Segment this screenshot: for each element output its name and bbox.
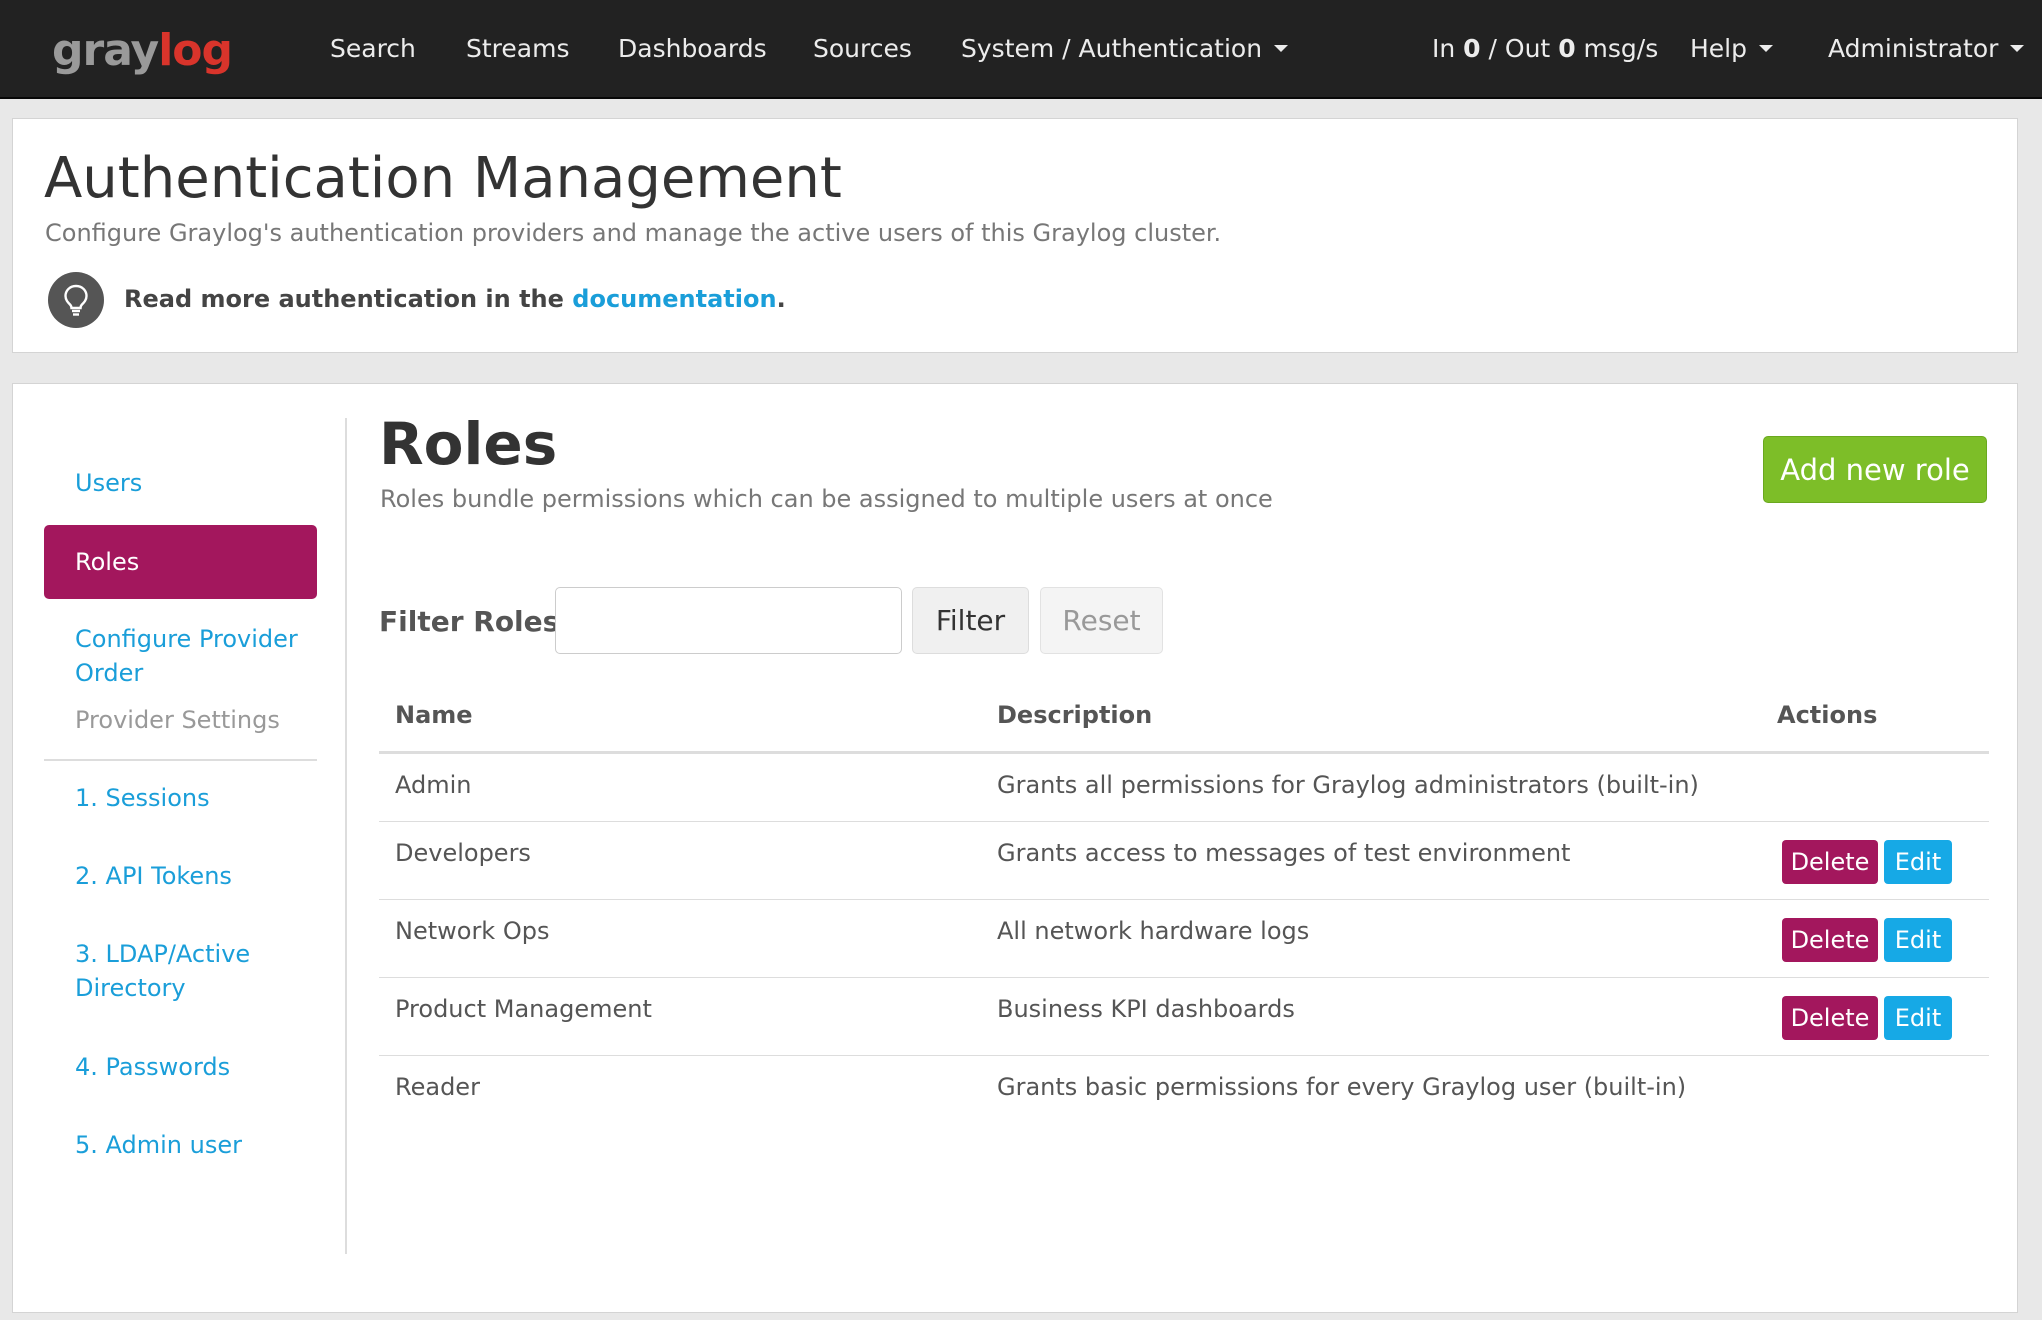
sidebar-item-label: 3. LDAP/Active — [75, 940, 251, 968]
sidebar-item-ldap[interactable]: 3. LDAP/Active Directory — [44, 937, 317, 1005]
throughput-unit: msg/s — [1583, 33, 1659, 63]
sidebar-provider-settings-header: Provider Settings — [75, 706, 280, 734]
edit-role-button[interactable]: Edit — [1884, 840, 1952, 884]
row-divider — [379, 899, 1989, 900]
role-name: Developers — [395, 839, 531, 867]
delete-role-button[interactable]: Delete — [1782, 918, 1878, 962]
role-description: Grants all permissions for Graylog admin… — [997, 771, 1699, 799]
chevron-down-icon — [1274, 44, 1289, 52]
docs-hint-text: Read more authentication in the — [124, 285, 564, 313]
sidebar-item-api-tokens[interactable]: 2. API Tokens — [44, 859, 317, 893]
edit-role-button[interactable]: Edit — [1884, 918, 1952, 962]
sidebar-item-label: Configure Provider — [75, 625, 298, 653]
throughput-in-label: In — [1432, 33, 1456, 63]
edit-role-button[interactable]: Edit — [1884, 996, 1952, 1040]
role-description: All network hardware logs — [997, 917, 1310, 945]
documentation-hint: Read more authentication in the document… — [124, 285, 786, 313]
nav-user-menu[interactable]: Administrator — [1828, 0, 2025, 96]
lightbulb-icon — [48, 272, 104, 328]
graylog-logo[interactable]: gray log — [52, 24, 233, 76]
nav-help-menu[interactable]: Help — [1690, 0, 1773, 96]
add-new-role-button[interactable]: Add new role — [1763, 436, 1987, 503]
sidebar-divider — [44, 759, 317, 761]
role-description: Business KPI dashboards — [997, 995, 1295, 1023]
nav-system-menu[interactable]: System / Authentication — [961, 0, 1289, 96]
role-description: Grants basic permissions for every Grayl… — [997, 1073, 1687, 1101]
nav-system-label: System / Authentication — [961, 33, 1263, 63]
row-divider — [379, 821, 1989, 822]
filter-roles-input[interactable] — [555, 587, 902, 654]
filter-button[interactable]: Filter — [912, 587, 1029, 654]
top-navbar: gray log Search Streams Dashboards Source… — [0, 0, 2042, 99]
documentation-link[interactable]: documentation — [572, 285, 776, 313]
sidebar-item-passwords[interactable]: 4. Passwords — [44, 1050, 317, 1084]
nav-streams[interactable]: Streams — [466, 0, 569, 96]
column-header-name: Name — [395, 701, 473, 729]
throughput-out-label: / Out — [1488, 33, 1551, 63]
delete-role-button[interactable]: Delete — [1782, 840, 1878, 884]
role-name: Reader — [395, 1073, 480, 1101]
row-divider — [379, 977, 1989, 978]
sidebar-item-users[interactable]: Users — [44, 466, 317, 500]
role-name: Admin — [395, 771, 472, 799]
column-header-description: Description — [997, 701, 1153, 729]
throughput-indicator: In 0 / Out 0 msg/s — [1432, 0, 1658, 96]
logo-text-red: log — [158, 24, 233, 76]
nav-search[interactable]: Search — [330, 0, 416, 96]
role-name: Network Ops — [395, 917, 550, 945]
throughput-in-value: 0 — [1463, 33, 1481, 63]
sidebar-item-admin-user[interactable]: 5. Admin user — [44, 1128, 317, 1162]
role-name: Product Management — [395, 995, 652, 1023]
logo-text-gray: gray — [52, 24, 159, 76]
vertical-divider — [345, 418, 347, 1254]
page-header-panel: Authentication Management Configure Gray… — [12, 118, 2018, 353]
sidebar-item-label: Order — [75, 659, 144, 687]
nav-help-label: Help — [1690, 33, 1747, 63]
filter-roles-label: Filter Roles — [379, 605, 560, 638]
roles-description: Roles bundle permissions which can be as… — [380, 485, 1273, 513]
sidebar-item-label: Roles — [75, 548, 140, 576]
main-panel: Users Roles Configure Provider Order Pro… — [12, 383, 2018, 1313]
sidebar-item-configure-provider-order[interactable]: Configure Provider Order — [44, 622, 317, 690]
chevron-down-icon — [2010, 44, 2025, 52]
page-description: Configure Graylog's authentication provi… — [45, 219, 1222, 247]
column-header-actions: Actions — [1777, 701, 1878, 729]
table-header-rule — [379, 751, 1989, 754]
sidebar-item-roles[interactable]: Roles — [44, 525, 317, 599]
row-divider — [379, 1055, 1989, 1056]
reset-button[interactable]: Reset — [1040, 587, 1163, 654]
role-description: Grants access to messages of test enviro… — [997, 839, 1571, 867]
throughput-out-value: 0 — [1558, 33, 1576, 63]
nav-user-label: Administrator — [1828, 33, 1999, 63]
page-title: Authentication Management — [44, 146, 842, 211]
delete-role-button[interactable]: Delete — [1782, 996, 1878, 1040]
sidebar-item-sessions[interactable]: 1. Sessions — [44, 781, 317, 815]
nav-sources[interactable]: Sources — [813, 0, 912, 96]
roles-title: Roles — [379, 410, 558, 478]
chevron-down-icon — [1759, 44, 1773, 52]
docs-hint-suffix: . — [776, 285, 786, 313]
sidebar-item-label: Directory — [75, 974, 186, 1002]
nav-dashboards[interactable]: Dashboards — [618, 0, 767, 96]
